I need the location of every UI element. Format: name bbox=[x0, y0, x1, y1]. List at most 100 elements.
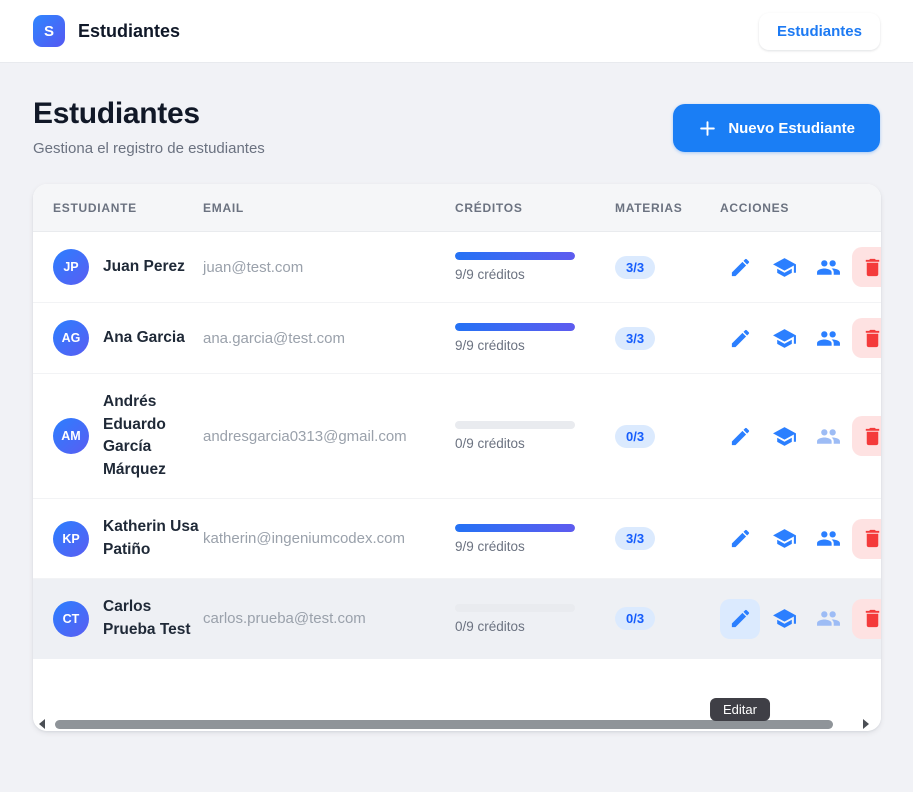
people-icon bbox=[816, 611, 840, 626]
actions-cell bbox=[720, 247, 881, 287]
student-email: ana.garcia@test.com bbox=[203, 329, 345, 347]
edit-tooltip: Editar bbox=[710, 698, 770, 721]
graduation-cap-icon bbox=[772, 328, 796, 348]
trash-icon bbox=[865, 427, 879, 445]
credits-progress-fill bbox=[455, 523, 575, 532]
student-cell: AG Ana Garcia bbox=[53, 303, 203, 373]
actions-cell bbox=[720, 598, 881, 639]
credits-label: 9/9 créditos bbox=[455, 267, 525, 282]
app-title: Estudiantes bbox=[78, 20, 181, 41]
edit-button[interactable] bbox=[720, 598, 760, 639]
actions-cell bbox=[720, 416, 881, 456]
credits-progress-track bbox=[455, 252, 575, 260]
credits-progress-track bbox=[455, 603, 575, 612]
credits-progress-track bbox=[455, 523, 575, 532]
people-icon bbox=[816, 428, 840, 444]
page-header: Estudiantes Gestiona el registro de estu… bbox=[33, 97, 880, 157]
new-student-button[interactable]: Nuevo Estudiante bbox=[673, 104, 880, 152]
delete-button[interactable] bbox=[852, 598, 881, 639]
credits-cell: 0/9 créditos bbox=[455, 603, 615, 634]
edit-button[interactable] bbox=[720, 318, 760, 358]
actions-cell bbox=[720, 318, 881, 358]
delete-button[interactable] bbox=[852, 518, 881, 559]
graduation-cap-icon bbox=[772, 426, 796, 446]
edit-button[interactable] bbox=[720, 416, 760, 456]
graduation-cap-icon bbox=[772, 609, 796, 628]
main-content: Estudiantes Gestiona el registro de estu… bbox=[0, 63, 913, 731]
pencil-icon bbox=[731, 529, 749, 548]
credits-cell: 0/9 créditos bbox=[455, 421, 615, 451]
student-email: katherin@ingeniumcodex.com bbox=[203, 530, 405, 547]
edit-button[interactable] bbox=[720, 247, 760, 287]
subjects-button[interactable] bbox=[764, 519, 804, 559]
scrollbar-right-arrow-icon[interactable] bbox=[863, 719, 869, 729]
materias-cell: 0/3 bbox=[615, 607, 720, 630]
table-row: CT Carlos Prueba Test carlos.prueba@test… bbox=[33, 579, 881, 659]
groups-button[interactable] bbox=[808, 519, 848, 559]
column-header-creditos: Créditos bbox=[455, 200, 523, 215]
column-header-acciones: Acciones bbox=[720, 200, 790, 215]
delete-button[interactable] bbox=[852, 247, 881, 287]
plus-icon bbox=[700, 120, 716, 136]
student-avatar: AG bbox=[53, 320, 89, 356]
table-header-row: Estudiante Email Créditos Materias Accio… bbox=[33, 184, 881, 232]
scrollbar-left-arrow-icon[interactable] bbox=[39, 719, 45, 729]
app-logo-icon: S bbox=[33, 15, 65, 47]
trash-icon bbox=[865, 529, 879, 548]
graduation-cap-icon bbox=[772, 529, 796, 548]
column-header-materias: Materias bbox=[615, 200, 683, 215]
materias-badge: 3/3 bbox=[615, 527, 656, 550]
delete-button[interactable] bbox=[852, 318, 881, 358]
pencil-icon bbox=[731, 609, 749, 628]
materias-cell: 3/3 bbox=[615, 527, 720, 550]
table-row: KP Katherin Usa Patiño katherin@ingenium… bbox=[33, 499, 881, 579]
subjects-button[interactable] bbox=[764, 416, 804, 456]
credits-label: 9/9 créditos bbox=[455, 538, 525, 554]
student-email: andresgarcia0313@gmail.com bbox=[203, 427, 407, 445]
credits-label: 0/9 créditos bbox=[455, 618, 525, 634]
student-email: juan@test.com bbox=[203, 258, 304, 276]
people-icon bbox=[816, 330, 840, 346]
student-cell: KP Katherin Usa Patiño bbox=[53, 499, 203, 578]
actions-cell bbox=[720, 518, 881, 559]
credits-progress-fill bbox=[455, 323, 575, 331]
column-header-estudiante: Estudiante bbox=[53, 200, 137, 215]
materias-cell: 3/3 bbox=[615, 326, 720, 350]
groups-button[interactable] bbox=[808, 416, 848, 456]
table-row: AG Ana Garcia ana.garcia@test.com 9/9 cr… bbox=[33, 303, 881, 374]
subjects-button[interactable] bbox=[764, 599, 804, 639]
people-icon bbox=[816, 531, 840, 546]
subjects-button[interactable] bbox=[764, 318, 804, 358]
student-name: Juan Perez bbox=[103, 257, 185, 275]
student-avatar: CT bbox=[53, 600, 89, 637]
credits-progress-fill bbox=[455, 252, 575, 260]
table-row: JP Juan Perez juan@test.com 9/9 créditos… bbox=[33, 232, 881, 303]
groups-button[interactable] bbox=[808, 599, 848, 639]
groups-button[interactable] bbox=[808, 318, 848, 358]
credits-cell: 9/9 créditos bbox=[455, 323, 615, 353]
pencil-icon bbox=[731, 258, 749, 276]
nav-estudiantes-button[interactable]: Estudiantes bbox=[758, 12, 880, 50]
students-table: Estudiante Email Créditos Materias Accio… bbox=[33, 184, 881, 659]
people-icon bbox=[816, 259, 840, 275]
delete-button[interactable] bbox=[852, 416, 881, 456]
credits-cell: 9/9 créditos bbox=[455, 252, 615, 282]
table-body: JP Juan Perez juan@test.com 9/9 créditos… bbox=[33, 232, 881, 659]
materias-cell: 0/3 bbox=[615, 424, 720, 448]
student-cell: JP Juan Perez bbox=[53, 232, 203, 302]
student-avatar: AM bbox=[53, 418, 89, 454]
pencil-icon bbox=[731, 427, 749, 445]
brand: S Estudiantes bbox=[33, 15, 180, 47]
materias-cell: 3/3 bbox=[615, 255, 720, 279]
groups-button[interactable] bbox=[808, 247, 848, 287]
trash-icon bbox=[865, 329, 879, 347]
materias-badge: 0/3 bbox=[615, 424, 656, 448]
credits-progress-track bbox=[455, 421, 575, 429]
materias-badge: 3/3 bbox=[615, 326, 656, 350]
edit-button[interactable] bbox=[720, 519, 760, 559]
student-cell: AM Andrés Eduardo García Márquez bbox=[53, 374, 203, 498]
subjects-button[interactable] bbox=[764, 247, 804, 287]
credits-progress-track bbox=[455, 323, 575, 331]
students-table-card: Estudiante Email Créditos Materias Accio… bbox=[33, 184, 881, 731]
column-header-email: Email bbox=[203, 200, 244, 215]
